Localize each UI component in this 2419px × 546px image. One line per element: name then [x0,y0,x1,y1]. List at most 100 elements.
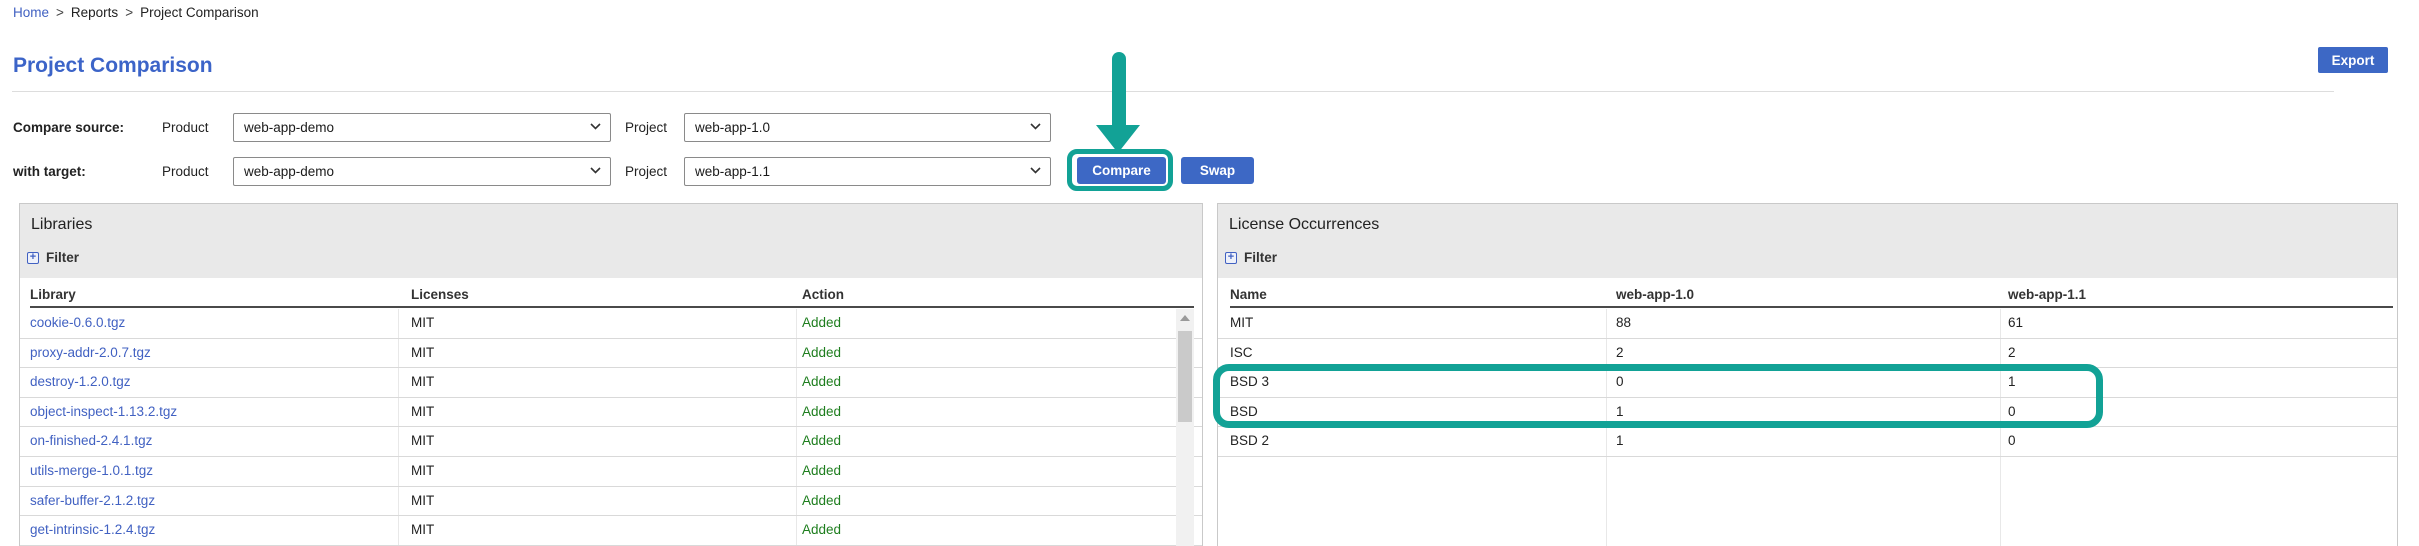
table-row: MIT 88 61 [1218,309,2397,339]
title-divider [12,91,2334,92]
expand-plus-icon[interactable]: + [27,252,39,264]
source-project-label: Project [625,113,667,142]
library-link[interactable]: utils-merge-1.0.1.tgz [30,457,153,486]
expand-plus-icon[interactable]: + [1225,252,1237,264]
libraries-panel-header: Libraries + Filter [20,204,1202,278]
breadcrumb-home[interactable]: Home [13,5,49,21]
licenses-cell: MIT [411,368,434,397]
with-target-label: with target: [13,157,86,186]
license-name-cell: BSD 2 [1230,427,1269,456]
libraries-panel-title: Libraries [31,216,92,234]
source-project-select[interactable]: web-app-1.0 [684,113,1051,142]
libraries-table-body: cookie-0.6.0.tgz MIT Added proxy-addr-2.… [20,309,1202,546]
library-link[interactable]: get-intrinsic-1.2.4.tgz [30,516,155,545]
target-project-label: Project [625,157,667,186]
library-link[interactable]: object-inspect-1.13.2.tgz [30,398,177,427]
scrollbar-thumb[interactable] [1178,331,1192,422]
library-link[interactable]: safer-buffer-2.1.2.tgz [30,487,155,516]
license-name-cell: MIT [1230,309,1253,338]
licenses-cell: MIT [411,309,434,338]
scrollbar-up-button[interactable] [1176,309,1194,325]
page-title: Project Comparison [13,54,213,78]
target-count-cell: 0 [2008,427,2016,456]
target-product-value: web-app-demo [244,164,334,179]
license-panel-header: License Occurrences + Filter [1218,204,2397,278]
source-product-select[interactable]: web-app-demo [233,113,611,142]
target-count-cell: 2 [2008,339,2016,368]
export-button[interactable]: Export [2318,47,2388,73]
breadcrumb-current: Project Comparison [140,5,259,21]
compare-source-label: Compare source: [13,113,124,142]
column-header-action: Action [802,287,844,302]
vertical-scrollbar[interactable] [1176,309,1194,546]
action-cell: Added [802,368,841,397]
licenses-cell: MIT [411,457,434,486]
up-arrow-icon [1180,315,1190,321]
source-product-label: Product [162,113,209,142]
swap-button[interactable]: Swap [1181,157,1254,184]
chevron-down-icon [1030,123,1041,130]
target-product-label: Product [162,157,209,186]
header-underline [1230,306,2393,308]
chevron-down-icon [590,123,601,130]
action-cell: Added [802,309,841,338]
compare-button-highlight-outline [1067,149,1173,191]
target-count-cell: 61 [2008,309,2023,338]
source-count-cell: 88 [1616,309,1631,338]
action-cell: Added [802,339,841,368]
action-cell: Added [802,398,841,427]
license-filter-label: Filter [1244,250,1277,265]
column-header-name: Name [1230,287,1267,302]
source-product-value: web-app-demo [244,120,334,135]
action-cell: Added [802,487,841,516]
table-row: get-intrinsic-1.2.4.tgz MIT Added [20,516,1202,546]
table-row: utils-merge-1.0.1.tgz MIT Added [20,457,1202,487]
action-cell: Added [802,457,841,486]
target-product-select[interactable]: web-app-demo [233,157,611,186]
breadcrumb: Home > Reports > Project Comparison [13,5,259,21]
project-comparison-page: Home > Reports > Project Comparison Proj… [0,0,2419,546]
library-link[interactable]: on-finished-2.4.1.tgz [30,427,152,456]
action-cell: Added [802,427,841,456]
header-underline [30,306,1194,308]
table-row: proxy-addr-2.0.7.tgz MIT Added [20,339,1202,369]
chevron-down-icon [590,167,601,174]
annotation-arrow-head-icon [1096,125,1140,153]
license-name-cell: ISC [1230,339,1253,368]
breadcrumb-separator: > [125,5,133,21]
source-count-cell: 1 [1616,427,1624,456]
licenses-cell: MIT [411,427,434,456]
breadcrumb-separator: > [56,5,64,21]
license-rows-highlight-box [1213,364,2103,428]
column-header-library: Library [30,287,76,302]
column-header-web-app-1-1: web-app-1.1 [2008,287,2086,302]
column-header-web-app-1-0: web-app-1.0 [1616,287,1694,302]
library-link[interactable]: cookie-0.6.0.tgz [30,309,125,338]
action-cell: Added [802,516,841,545]
licenses-cell: MIT [411,516,434,545]
table-row: object-inspect-1.13.2.tgz MIT Added [20,398,1202,428]
source-project-value: web-app-1.0 [695,120,770,135]
licenses-cell: MIT [411,339,434,368]
licenses-cell: MIT [411,398,434,427]
target-project-value: web-app-1.1 [695,164,770,179]
table-row: cookie-0.6.0.tgz MIT Added [20,309,1202,339]
libraries-filter-label: Filter [46,250,79,265]
annotation-arrow-shaft [1112,52,1126,128]
chevron-down-icon [1030,167,1041,174]
libraries-panel: Libraries + Filter Library Licenses Acti… [19,203,1203,546]
libraries-filter-expander[interactable]: + Filter [27,250,79,265]
column-header-licenses: Licenses [411,287,469,302]
licenses-cell: MIT [411,487,434,516]
table-row: BSD 2 1 0 [1218,427,2397,457]
table-row: destroy-1.2.0.tgz MIT Added [20,368,1202,398]
library-link[interactable]: proxy-addr-2.0.7.tgz [30,339,151,368]
license-panel-title: License Occurrences [1229,216,1379,234]
library-link[interactable]: destroy-1.2.0.tgz [30,368,131,397]
table-row: on-finished-2.4.1.tgz MIT Added [20,427,1202,457]
source-count-cell: 2 [1616,339,1624,368]
table-row: safer-buffer-2.1.2.tgz MIT Added [20,487,1202,517]
target-project-select[interactable]: web-app-1.1 [684,157,1051,186]
license-filter-expander[interactable]: + Filter [1225,250,1277,265]
breadcrumb-reports[interactable]: Reports [71,5,118,21]
